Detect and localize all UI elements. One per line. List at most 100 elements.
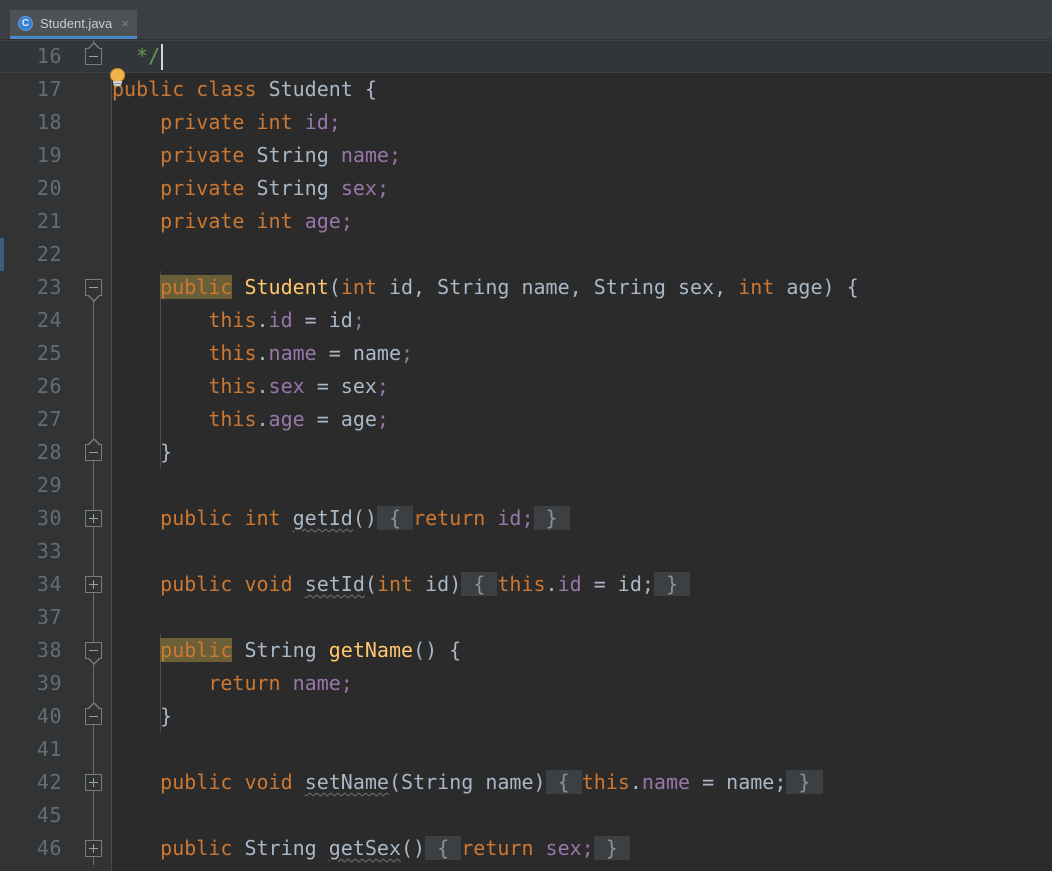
code-line[interactable]: 17 public class Student { <box>0 73 1052 106</box>
editor-tab-student-java[interactable]: C Student.java × <box>10 10 137 39</box>
code-token: String <box>256 176 329 200</box>
code-token: name <box>268 341 317 365</box>
fold-expand-icon[interactable] <box>85 576 102 593</box>
code-line[interactable]: 26 this.sex = sex; <box>0 370 1052 403</box>
code-text[interactable]: return name; <box>112 667 353 700</box>
code-line[interactable]: 24 this.id = id; <box>0 304 1052 337</box>
code-text[interactable]: public class Student { <box>112 73 377 106</box>
code-text[interactable]: public void setId(int id) { this.id = id… <box>112 568 691 601</box>
line-number: 41 <box>36 737 62 761</box>
line-number: 38 <box>36 638 62 662</box>
code-token: this <box>497 572 546 596</box>
code-line[interactable]: 41 <box>0 733 1052 766</box>
code-line[interactable]: 40 } <box>0 700 1052 733</box>
line-number: 33 <box>36 539 62 563</box>
code-text[interactable]: public String getName() { <box>112 634 461 667</box>
fold-marker-box <box>85 840 102 857</box>
fold-marker-box <box>85 576 102 593</box>
code-line[interactable]: 34 public void setId(int id) { this.id =… <box>0 568 1052 601</box>
close-icon[interactable]: × <box>121 17 129 30</box>
code-line[interactable]: 18 private int id; <box>0 106 1052 139</box>
editor-tab-bar: C Student.java × <box>0 0 1052 40</box>
code-text[interactable]: this.age = age; <box>112 403 389 436</box>
line-number: 19 <box>36 143 62 167</box>
code-line[interactable]: 16 */ <box>0 40 1052 73</box>
fold-collapse-icon[interactable] <box>85 642 102 665</box>
code-line[interactable]: 25 this.name = name; <box>0 337 1052 370</box>
code-line[interactable]: 19 private String name; <box>0 139 1052 172</box>
line-number: 22 <box>36 242 62 266</box>
code-line[interactable]: 37 <box>0 601 1052 634</box>
code-line[interactable]: 46 public String getSex() { return sex; … <box>0 832 1052 865</box>
java-class-icon: C <box>18 15 33 31</box>
code-token: class <box>196 77 257 101</box>
code-line[interactable]: 28 } <box>0 436 1052 469</box>
fold-expand-icon[interactable] <box>85 774 102 791</box>
code-text[interactable]: private String name; <box>112 139 401 172</box>
code-text[interactable]: public String getSex() { return sex; } <box>112 832 630 865</box>
fold-expand-icon[interactable] <box>85 510 102 527</box>
editor-tab-label: Student.java <box>40 15 113 31</box>
code-line[interactable]: 30 public int getId() { return id; } <box>0 502 1052 535</box>
code-text[interactable]: this.id = id; <box>112 304 365 337</box>
code-text[interactable]: } <box>112 436 172 469</box>
code-text[interactable]: public Student(int id, String name, Stri… <box>112 271 859 304</box>
fold-collapse-icon[interactable] <box>85 279 102 302</box>
code-text[interactable]: this.name = name; <box>112 337 413 370</box>
code-token: name <box>340 143 389 167</box>
fold-collapse-icon[interactable] <box>85 702 102 725</box>
fold-marker-box <box>85 642 102 659</box>
code-line[interactable]: 42 public void setName(String name) { th… <box>0 766 1052 799</box>
code-line[interactable]: 22 <box>0 238 1052 271</box>
code-line[interactable]: 23 public Student(int id, String name, S… <box>0 271 1052 304</box>
lightbulb-icon[interactable] <box>108 68 127 87</box>
code-token: { <box>376 506 414 530</box>
code-token: private <box>160 110 245 134</box>
code-text[interactable]: private int id; <box>112 106 341 139</box>
code-line[interactable]: 29 <box>0 469 1052 502</box>
code-token: public <box>160 506 233 530</box>
fold-collapse-icon[interactable] <box>85 42 102 65</box>
code-text[interactable]: this.sex = sex; <box>112 370 389 403</box>
code-text[interactable]: public void setName(String name) { this.… <box>112 766 823 799</box>
code-token: = id <box>292 308 353 332</box>
code-token: return <box>208 671 281 695</box>
code-text[interactable]: private String sex; <box>112 172 389 205</box>
code-token: ; <box>352 308 365 332</box>
code-token: } <box>112 440 173 464</box>
code-text[interactable]: } <box>112 700 172 733</box>
code-line[interactable]: 33 <box>0 535 1052 568</box>
fold-expand-icon[interactable] <box>85 840 102 857</box>
code-text[interactable]: public int getId() { return id; } <box>112 502 570 535</box>
code-line[interactable]: 39 return name; <box>0 667 1052 700</box>
code-editor[interactable]: 16 */17 public class Student {18 private … <box>0 40 1052 871</box>
fold-collapse-icon[interactable] <box>85 438 102 461</box>
line-number: 20 <box>36 176 62 200</box>
line-number: 45 <box>36 803 62 827</box>
code-token: ; <box>401 341 414 365</box>
code-token: public <box>160 275 233 299</box>
code-line[interactable]: 20 private String sex; <box>0 172 1052 205</box>
code-token: sex <box>268 374 305 398</box>
code-token: int <box>738 275 775 299</box>
code-token: public <box>160 572 233 596</box>
code-token: = sex <box>304 374 377 398</box>
code-line[interactable]: 27 this.age = age; <box>0 403 1052 436</box>
code-line[interactable]: 21 private int age; <box>0 205 1052 238</box>
code-token: String <box>256 143 329 167</box>
fold-marker-box <box>85 48 102 65</box>
code-line[interactable]: 45 <box>0 799 1052 832</box>
code-text[interactable]: private int age; <box>112 205 353 238</box>
code-line[interactable]: 38 public String getName() { <box>0 634 1052 667</box>
